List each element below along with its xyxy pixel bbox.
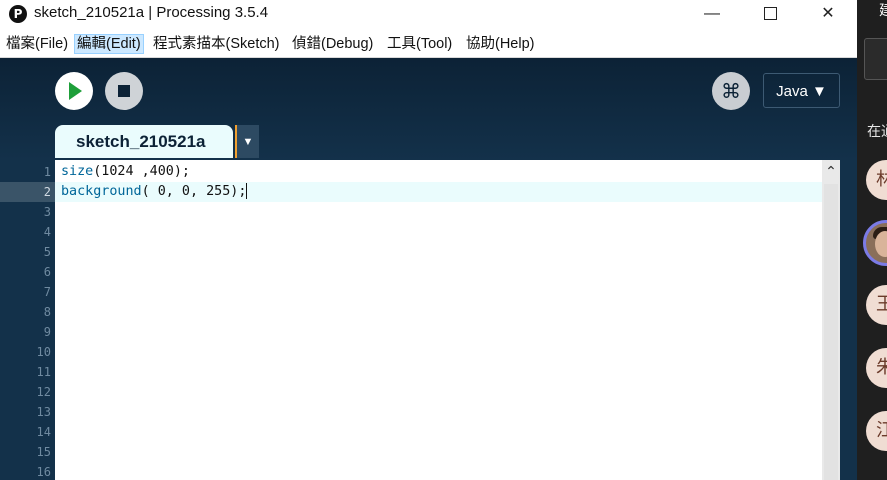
menu-edit[interactable]: 編輯(Edit): [74, 34, 144, 54]
minimize-button[interactable]: —: [683, 0, 741, 30]
line-number-gutter: 1 2 3 4 5 6 7 8 9 10 11 12 13 14 15 16: [0, 160, 55, 480]
panel-input-box[interactable]: [864, 38, 887, 80]
close-button[interactable]: ✕: [799, 0, 857, 30]
tab-menu-button[interactable]: ▼: [235, 125, 259, 158]
stop-icon: [118, 85, 130, 97]
chevron-down-icon: ▼: [242, 136, 254, 148]
editor-scrollbar[interactable]: ⌃: [822, 160, 840, 480]
meeting-side-panel: 建 在通 林 王 朱 江: [857, 0, 887, 480]
menu-sketch[interactable]: 程式素描本(Sketch): [151, 34, 282, 54]
code-editor[interactable]: size(1024 ,400); background( 0, 0, 255);: [55, 160, 822, 480]
code-args: (1024 ,400);: [93, 164, 190, 179]
line-number: 14: [36, 425, 51, 439]
maximize-button[interactable]: [741, 0, 799, 30]
line-number: 8: [43, 305, 51, 319]
participant-avatar[interactable]: 江: [866, 411, 887, 451]
code-args: ( 0, 0, 255);: [141, 184, 247, 199]
menu-help[interactable]: 協助(Help): [464, 34, 536, 54]
participant-avatar[interactable]: 朱: [866, 348, 887, 388]
participant-avatar[interactable]: 王: [866, 285, 887, 325]
line-number: 12: [36, 385, 51, 399]
processing-window: P sketch_210521a | Processing 3.5.4 — ✕ …: [0, 0, 857, 480]
line-number: 3: [43, 205, 51, 219]
participant-avatar[interactable]: 林: [866, 160, 887, 200]
mode-selector[interactable]: Java ▼: [763, 73, 840, 108]
panel-top-text: 建: [879, 2, 887, 18]
maximize-icon: [763, 7, 777, 21]
code-line-2[interactable]: background( 0, 0, 255);: [61, 182, 248, 202]
line-number: 5: [43, 245, 51, 259]
editor-right-margin: [840, 160, 857, 480]
line-number: 11: [36, 365, 51, 379]
line-number: 15: [36, 445, 51, 459]
code-function: size: [61, 164, 94, 179]
text-caret: [246, 183, 248, 199]
line-number: 7: [43, 285, 51, 299]
title-bar: P sketch_210521a | Processing 3.5.4 — ✕: [0, 0, 857, 30]
debugger-button[interactable]: ⌘: [712, 72, 750, 110]
play-icon: [69, 82, 82, 100]
line-number: 1: [43, 165, 51, 179]
processing-logo-icon: P: [9, 5, 27, 23]
tab-sketch-210521a[interactable]: sketch_210521a: [55, 125, 233, 158]
line-number: 13: [36, 405, 51, 419]
line-number-current: 2: [0, 182, 55, 202]
debugger-icon: ⌘: [721, 79, 741, 103]
line-number: 16: [36, 465, 51, 479]
line-number: 10: [36, 345, 51, 359]
line-number: 6: [43, 265, 51, 279]
chevron-up-icon[interactable]: ⌃: [822, 163, 840, 181]
avatar-face: [875, 231, 887, 257]
code-function: background: [61, 184, 142, 199]
code-line-1[interactable]: size(1024 ,400);: [61, 162, 190, 182]
stop-button[interactable]: [105, 72, 143, 110]
scroll-track[interactable]: [824, 184, 838, 480]
line-number: 9: [43, 325, 51, 339]
menu-tool[interactable]: 工具(Tool): [385, 34, 454, 54]
participants-label: 在通: [867, 123, 887, 139]
menu-file[interactable]: 檔案(File): [4, 34, 70, 54]
line-number: 4: [43, 225, 51, 239]
participant-avatar-photo[interactable]: [863, 220, 887, 266]
menu-debug[interactable]: 偵錯(Debug): [290, 34, 375, 54]
window-title: sketch_210521a | Processing 3.5.4: [34, 4, 269, 21]
run-button[interactable]: [55, 72, 93, 110]
menu-bar: 檔案(File) 編輯(Edit) 程式素描本(Sketch) 偵錯(Debug…: [0, 31, 857, 58]
